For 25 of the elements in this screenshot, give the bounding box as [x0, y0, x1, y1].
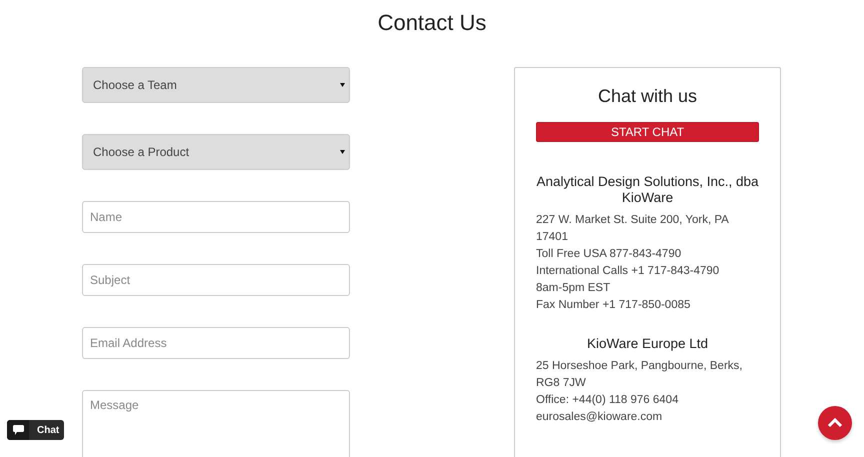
- office-line: Toll Free USA 877-843-4790: [536, 247, 682, 262]
- input-field[interactable]: Email Address: [82, 327, 350, 359]
- office-line: 8am-5pm EST: [536, 281, 612, 296]
- scroll-top-button[interactable]: [818, 406, 852, 440]
- caret-icon: [340, 150, 345, 154]
- input-field[interactable]: Name: [82, 201, 350, 233]
- office-line: eurosales@kioware.com: [536, 410, 664, 425]
- input-field[interactable]: Subject: [82, 264, 350, 296]
- page-title: Contact Us: [376, 9, 488, 37]
- caret-icon: [340, 83, 345, 87]
- office-name: Analytical Design Solutions, Inc., dba KioWare: [536, 174, 759, 206]
- speech-bubble-icon: [12, 425, 24, 435]
- chevron-up-icon: [827, 418, 843, 428]
- office-line: Office: +44(0) 118 976 6404: [536, 393, 680, 408]
- card-title: Chat with us: [596, 86, 698, 107]
- office-line: Fax Number +1 717-850-0085: [536, 298, 692, 313]
- start-chat-button[interactable]: START CHAT: [536, 122, 759, 142]
- dropdown[interactable]: Choose a Team: [82, 67, 350, 103]
- office-name: KioWare Europe Ltd: [586, 336, 710, 352]
- chat-widget-button[interactable]: Chat: [7, 420, 64, 440]
- dropdown[interactable]: Choose a Product: [82, 134, 350, 170]
- office-line: 227 W. Market St. Suite 200, York, PA 17401: [536, 213, 730, 245]
- message-field[interactable]: Message: [82, 390, 350, 457]
- office-line: 25 Horseshoe Park, Pangbourne, Berks, RG8 7JW: [536, 359, 744, 391]
- office-line: International Calls +1 717-843-4790: [536, 264, 720, 279]
